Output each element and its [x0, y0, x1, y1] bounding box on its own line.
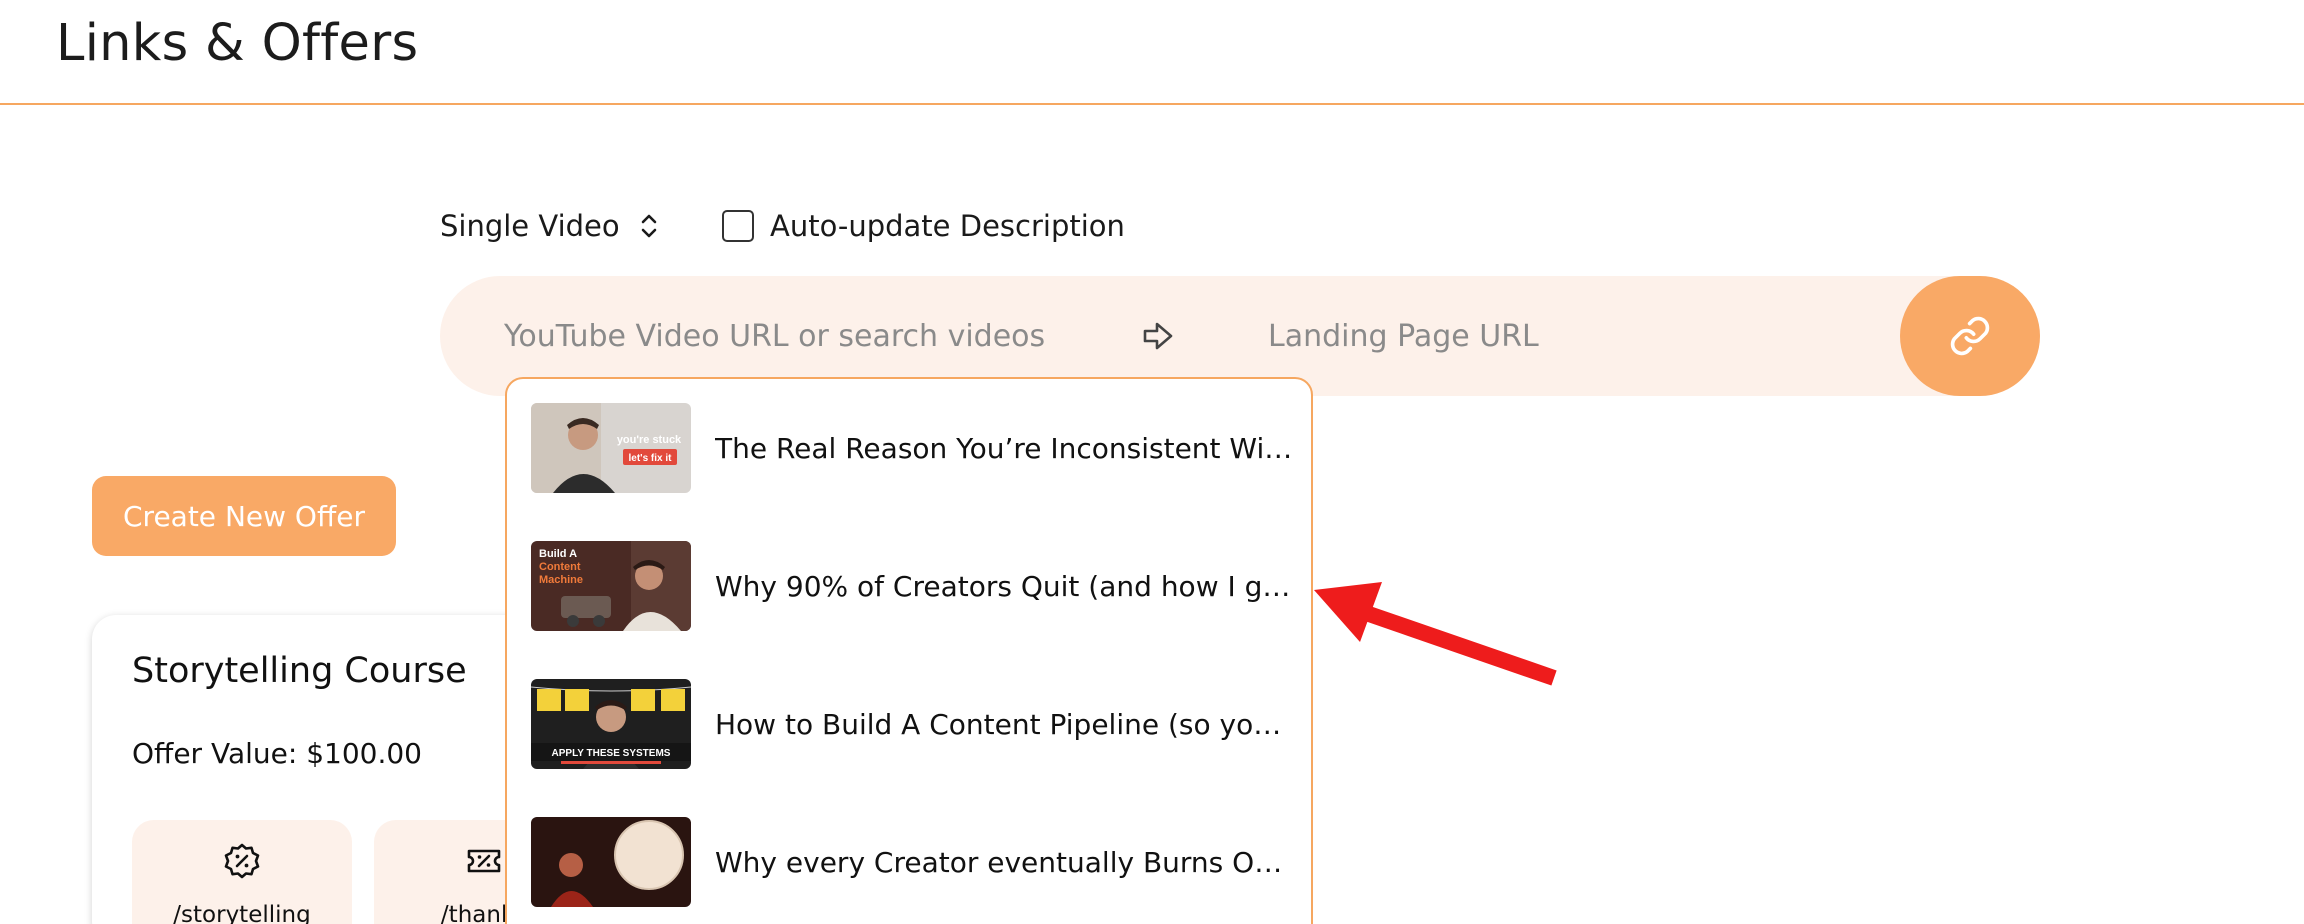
thumb-caption: Build A — [539, 548, 577, 560]
video-mode-select[interactable]: Single Video — [440, 206, 660, 246]
auto-update-checkbox[interactable] — [722, 210, 754, 242]
ticket-percent-icon — [467, 849, 501, 873]
link-button[interactable] — [1900, 276, 2040, 396]
percent-badge-icon — [224, 843, 260, 879]
video-thumbnail: Build A Content Machine — [531, 541, 691, 631]
thumb-caption: APPLY THESE SYSTEMS — [552, 748, 671, 759]
link-icon — [1950, 316, 1990, 356]
offer-title: Storytelling Course — [132, 651, 467, 691]
video-result-title: The Real Reason You’re Inconsistent With… — [715, 431, 1295, 465]
video-result-title: How to Build A Content Pipeline (so your… — [715, 707, 1295, 741]
video-mode-value: Single Video — [440, 209, 620, 243]
page-header: Links & Offers — [0, 0, 2304, 105]
arrow-right-icon — [1143, 322, 1173, 350]
thumb-caption: you're stuck — [617, 434, 682, 446]
offer-value: Offer Value: $100.00 — [132, 737, 422, 770]
thumb-caption: Content — [539, 561, 581, 573]
video-thumbnail: you're stuck let's fix it — [531, 403, 691, 493]
video-thumbnail — [531, 817, 691, 907]
video-result-title: Why 90% of Creators Quit (and how I get … — [715, 569, 1295, 603]
video-result-item[interactable]: Build A Content Machine Why 90% of Creat… — [507, 517, 1311, 655]
thumb-caption: Machine — [539, 574, 583, 586]
auto-update-label: Auto-update Description — [770, 209, 1125, 243]
page-title: Links & Offers — [56, 14, 419, 73]
youtube-url-input[interactable] — [504, 306, 1084, 366]
video-result-item[interactable]: you're stuck let's fix it The Real Reaso… — [507, 379, 1311, 517]
video-result-item[interactable]: Why every Creator eventually Burns Out a… — [507, 793, 1311, 924]
video-result-item[interactable]: APPLY THESE SYSTEMS How to Build A Conte… — [507, 655, 1311, 793]
offer-link-slug: /storytelling — [173, 902, 311, 924]
offer-link-tile[interactable]: /storytelling — [132, 820, 352, 924]
video-search-dropdown: you're stuck let's fix it The Real Reaso… — [505, 377, 1313, 924]
thumb-caption: let's fix it — [629, 453, 673, 464]
chevron-up-down-icon — [641, 214, 656, 238]
create-new-offer-button[interactable]: Create New Offer — [92, 476, 396, 556]
landing-page-url-input[interactable] — [1268, 306, 1788, 366]
video-thumbnail: APPLY THESE SYSTEMS — [531, 679, 691, 769]
auto-update-toggle[interactable]: Auto-update Description — [722, 206, 1125, 246]
annotation-arrow-icon — [1314, 582, 1557, 686]
video-result-title: Why every Creator eventually Burns Out a… — [715, 845, 1295, 879]
